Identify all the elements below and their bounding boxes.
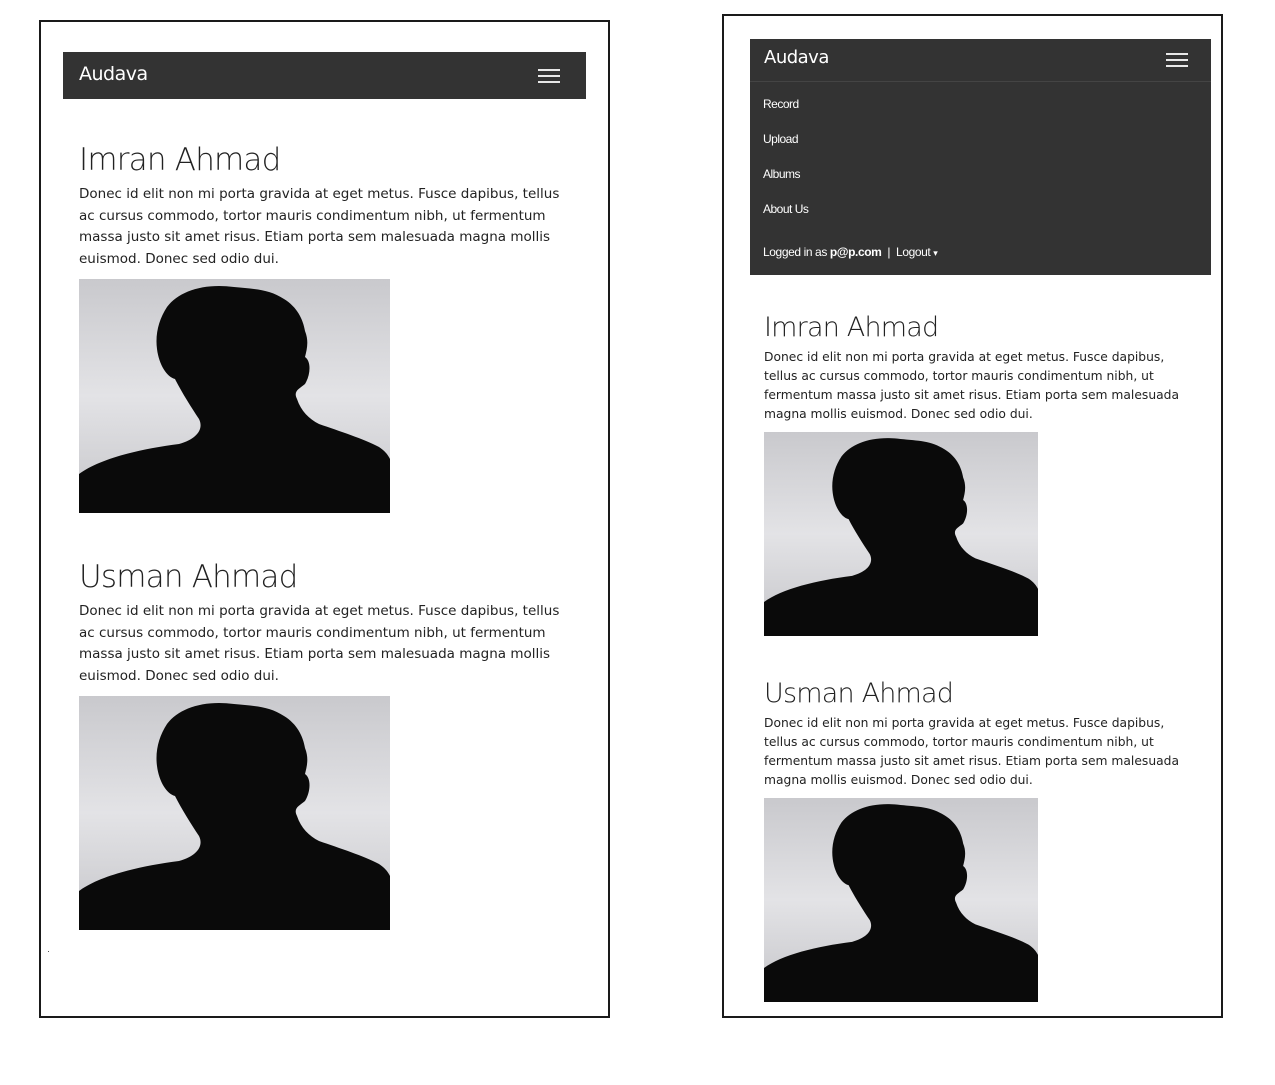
expanded-view-frame: Audava Record Upload Albums About Us Log… [722,14,1223,1018]
person-card: Imran Ahmad Donec id elit non mi porta g… [79,142,569,513]
person-card: Usman Ahmad Donec id elit non mi porta g… [79,559,569,930]
login-prefix: Logged in as [763,245,827,259]
hamburger-menu-icon[interactable] [1166,53,1188,68]
person-silhouette-icon [79,696,390,930]
brand-logo[interactable]: Audava [79,63,148,85]
person-silhouette-icon [79,279,390,513]
login-user: p@p.com [829,245,882,259]
nav-item-record[interactable]: Record [763,97,808,132]
person-bio: Donec id elit non mi porta gravida at eg… [764,350,1179,421]
navbar: Audava [63,52,586,99]
stray-mark [48,951,49,952]
logout-link[interactable]: Logout ▾ [896,245,938,259]
logout-label: Logout [896,245,931,259]
person-name: Imran Ahmad [764,312,939,343]
navbar-expanded: Audava Record Upload Albums About Us Log… [750,39,1211,275]
login-status: Logged in as p@p.com | Logout ▾ [763,245,938,259]
nav-menu: Record Upload Albums About Us [763,97,809,237]
collapsed-view-frame: Audava Imran Ahmad Donec id elit non mi … [39,20,610,1018]
person-bio: Donec id elit non mi porta gravida at eg… [764,716,1179,787]
caret-down-icon: ▾ [933,248,938,258]
person-silhouette-icon [764,432,1038,636]
person-name: Usman Ahmad [764,678,954,709]
brand-logo[interactable]: Audava [764,47,829,68]
person-name: Usman Ahmad [79,559,298,595]
person-silhouette-icon [764,798,1038,1002]
nav-item-upload[interactable]: Upload [763,132,808,167]
person-bio: Donec id elit non mi porta gravida at eg… [79,603,560,684]
login-separator: | [887,245,891,259]
navbar-divider [750,81,1211,82]
nav-item-about-us[interactable]: About Us [763,202,809,237]
person-name: Imran Ahmad [79,142,281,178]
hamburger-menu-icon[interactable] [538,69,560,84]
person-card: Usman Ahmad Donec id elit non mi porta g… [764,678,1194,1002]
nav-item-albums[interactable]: Albums [763,167,808,202]
person-card: Imran Ahmad Donec id elit non mi porta g… [764,312,1194,636]
person-bio: Donec id elit non mi porta gravida at eg… [79,186,560,267]
